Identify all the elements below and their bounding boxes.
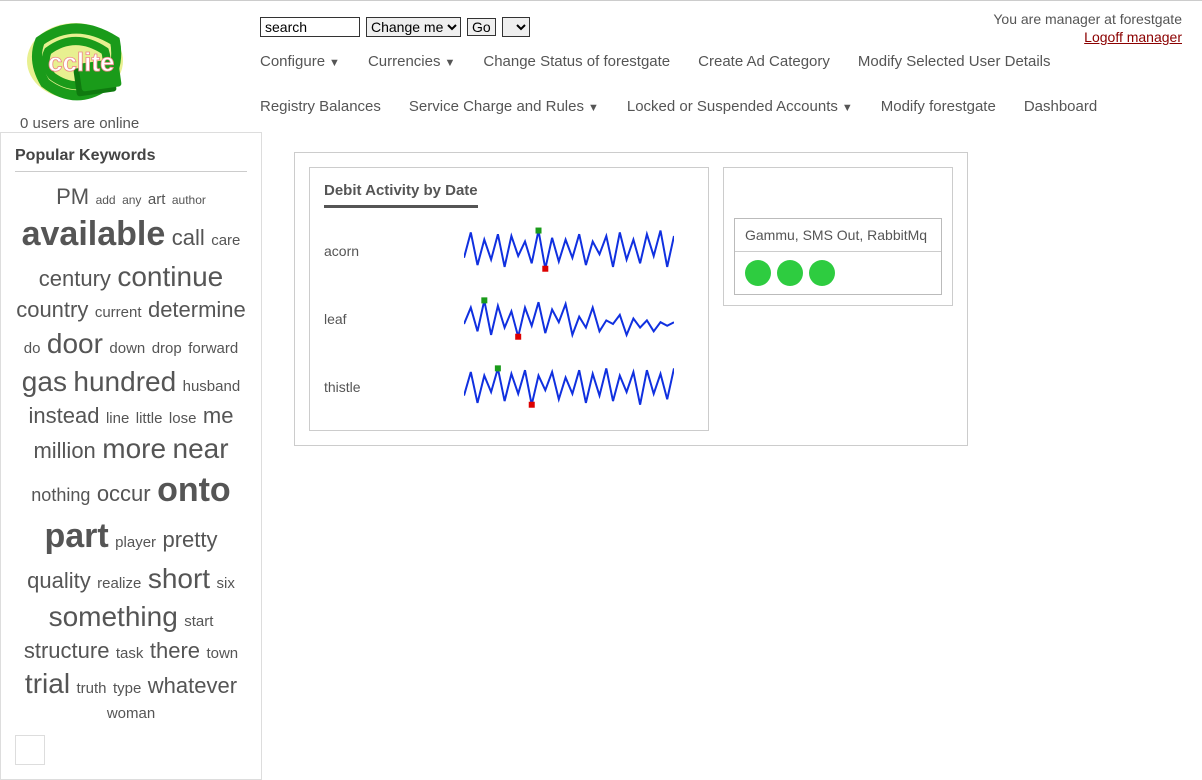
keyword-task[interactable]: task (116, 645, 144, 662)
dashboard-panel: Debit Activity by Date acornleafthistle … (294, 152, 968, 446)
keyword-author[interactable]: author (172, 193, 206, 207)
change-me-select[interactable]: Change me (366, 17, 461, 37)
status-dot (809, 260, 835, 286)
chart-card: Debit Activity by Date acorn leaf thistle (309, 167, 709, 431)
keyword-woman[interactable]: woman (107, 705, 155, 722)
keyword-available[interactable]: available (22, 215, 166, 253)
status-dot (777, 260, 803, 286)
keyword-type[interactable]: type (113, 680, 141, 697)
keyword-current[interactable]: current (95, 304, 142, 321)
chart-title: Debit Activity by Date (324, 182, 478, 208)
keyword-pretty[interactable]: pretty (162, 527, 217, 552)
keyword-structure[interactable]: structure (24, 638, 110, 663)
nav-item-registry-balances[interactable]: Registry Balances (260, 98, 381, 115)
nav-item-modify-selected-user-details[interactable]: Modify Selected User Details (858, 53, 1051, 70)
status-head: Gammu, SMS Out, RabbitMq (735, 219, 941, 252)
empty-box (15, 735, 45, 765)
keyword-start[interactable]: start (184, 613, 213, 630)
nav-item-currencies[interactable]: Currencies▼ (368, 53, 455, 70)
keyword-nothing[interactable]: nothing (31, 485, 90, 505)
keyword-trial[interactable]: trial (25, 668, 70, 699)
keyword-country[interactable]: country (16, 297, 88, 322)
sidebar: Popular Keywords PM add any art author a… (0, 132, 262, 780)
go-button[interactable]: Go (467, 18, 496, 36)
chevron-down-icon: ▼ (444, 57, 455, 69)
keyword-line[interactable]: line (106, 410, 129, 427)
status-dots (735, 252, 941, 294)
keyword-there[interactable]: there (150, 638, 200, 663)
keyword-forward[interactable]: forward (188, 340, 238, 357)
keyword-lose[interactable]: lose (169, 410, 197, 427)
nav-item-locked-or-suspended-accounts[interactable]: Locked or Suspended Accounts▼ (627, 98, 853, 115)
keyword-quality[interactable]: quality (27, 568, 91, 593)
chart-label: leaf (324, 311, 464, 327)
keyword-determine[interactable]: determine (148, 297, 246, 322)
nav-item-configure[interactable]: Configure▼ (260, 53, 340, 70)
keyword-any[interactable]: any (122, 193, 141, 207)
chevron-down-icon: ▼ (842, 102, 853, 114)
logo-column: cclite 0 users are online (20, 11, 260, 132)
keyword-occur[interactable]: occur (97, 481, 151, 506)
keyword-hundred[interactable]: hundred (73, 366, 176, 397)
keyword-door[interactable]: door (47, 328, 103, 359)
keyword-onto[interactable]: onto (157, 471, 231, 509)
keyword-whatever[interactable]: whatever (148, 673, 237, 698)
keyword-gas[interactable]: gas (22, 366, 67, 397)
sparkline-acorn (464, 226, 674, 276)
keyword-century[interactable]: century (39, 266, 111, 291)
keyword-little[interactable]: little (136, 410, 163, 427)
keyword-art[interactable]: art (148, 191, 166, 208)
logoff-link[interactable]: Logoff manager (993, 29, 1182, 45)
nav-item-change-status-of-forestgate[interactable]: Change Status of forestgate (483, 53, 670, 70)
chevron-down-icon: ▼ (588, 102, 599, 114)
chevron-down-icon: ▼ (329, 57, 340, 69)
sidebar-title: Popular Keywords (15, 147, 247, 172)
keyword-short[interactable]: short (148, 563, 210, 594)
keyword-continue[interactable]: continue (117, 261, 223, 292)
status-dot (745, 260, 771, 286)
keyword-care[interactable]: care (211, 232, 240, 249)
keyword-town[interactable]: town (206, 645, 238, 662)
chart-label: acorn (324, 243, 464, 259)
keyword-down[interactable]: down (109, 340, 145, 357)
keyword-PM[interactable]: PM (56, 184, 89, 209)
keyword-something[interactable]: something (49, 601, 178, 632)
nav-item-dashboard[interactable]: Dashboard (1024, 98, 1097, 115)
keyword-part[interactable]: part (44, 517, 108, 555)
nav-item-service-charge-and-rules[interactable]: Service Charge and Rules▼ (409, 98, 599, 115)
status-card: Gammu, SMS Out, RabbitMq (723, 167, 953, 306)
keyword-do[interactable]: do (24, 340, 41, 357)
keyword-million[interactable]: million (33, 438, 95, 463)
keyword-near[interactable]: near (173, 433, 229, 464)
chart-row-thistle: thistle (324, 362, 690, 412)
chart-row-acorn: acorn (324, 226, 690, 276)
app-logo: cclite (20, 11, 140, 111)
search-input[interactable] (260, 17, 360, 37)
empty-select[interactable] (502, 17, 530, 37)
keyword-more[interactable]: more (102, 433, 166, 464)
sparkline-leaf (464, 294, 674, 344)
sparkline-thistle (464, 362, 674, 412)
keyword-cloud: PM add any art author available call car… (15, 182, 247, 725)
keyword-drop[interactable]: drop (152, 340, 182, 357)
keyword-husband[interactable]: husband (183, 378, 241, 395)
keyword-me[interactable]: me (203, 403, 234, 428)
keyword-realize[interactable]: realize (97, 575, 141, 592)
keyword-add[interactable]: add (96, 193, 116, 207)
keyword-truth[interactable]: truth (77, 680, 107, 697)
chart-label: thistle (324, 379, 464, 395)
nav-item-create-ad-category[interactable]: Create Ad Category (698, 53, 830, 70)
nav-item-modify-forestgate[interactable]: Modify forestgate (881, 98, 996, 115)
users-online-text: 0 users are online (20, 115, 139, 132)
keyword-instead[interactable]: instead (29, 403, 100, 428)
chart-row-leaf: leaf (324, 294, 690, 344)
main-nav: Configure▼ Currencies▼ Change Status of fo… (260, 53, 1182, 125)
keyword-six[interactable]: six (217, 575, 235, 592)
manager-status-text: You are manager at forestgate (993, 11, 1182, 27)
keyword-call[interactable]: call (172, 225, 205, 250)
keyword-player[interactable]: player (115, 534, 156, 551)
svg-text:cclite: cclite (48, 47, 115, 77)
